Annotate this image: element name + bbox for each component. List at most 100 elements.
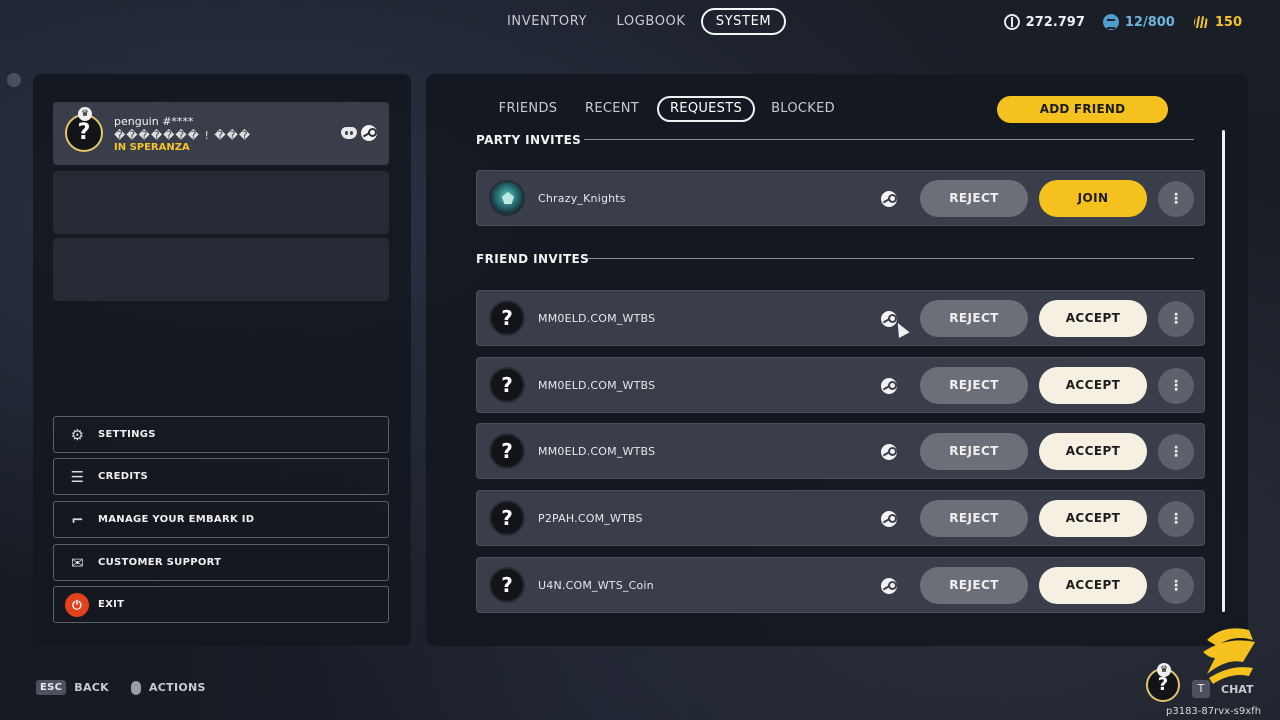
mouse-icon xyxy=(130,680,141,695)
add-friend-button[interactable]: ADD FRIEND xyxy=(997,96,1168,123)
customer-support-button[interactable]: ✉ CUSTOMER SUPPORT xyxy=(53,544,389,581)
steam-icon xyxy=(881,511,897,531)
steam-icon xyxy=(361,125,377,141)
tab-system[interactable]: SYSTEM xyxy=(701,8,786,35)
accept-button[interactable]: ACCEPT xyxy=(1039,367,1147,404)
section-divider xyxy=(584,139,1194,140)
reject-button[interactable]: REJECT xyxy=(920,433,1028,470)
profile-subtitle: ������� ! ��� xyxy=(114,129,252,142)
credits-label: CREDITS xyxy=(98,471,149,482)
back-label[interactable]: BACK xyxy=(74,681,109,694)
credits-button[interactable]: ☰ CREDITS xyxy=(53,458,389,495)
avatar: ? xyxy=(489,367,525,403)
invite-name: U4N.COM_WTS_Coin xyxy=(538,579,654,592)
accept-button[interactable]: ACCEPT xyxy=(1039,433,1147,470)
crown-icon: ♛ xyxy=(78,107,92,121)
party-invites-title: PARTY INVITES xyxy=(476,133,582,147)
avatar: ? xyxy=(489,500,525,536)
crown-icon: ♛ xyxy=(1157,663,1171,677)
customer-support-label: CUSTOMER SUPPORT xyxy=(98,557,222,568)
reject-button[interactable]: REJECT xyxy=(920,300,1028,337)
invite-name: MM0ELD.COM_WTBS xyxy=(538,445,656,458)
invite-name: P2PAH.COM_WTBS xyxy=(538,512,643,525)
credits-icon xyxy=(1193,14,1209,30)
scrollbar[interactable] xyxy=(1222,130,1225,612)
invite-name: MM0ELD.COM_WTBS xyxy=(538,312,656,325)
currency-coins: 272.797 xyxy=(1003,14,1085,30)
esc-key[interactable]: ESC xyxy=(36,680,67,695)
chat-key[interactable]: T xyxy=(1192,680,1210,698)
reject-button[interactable]: REJECT xyxy=(920,567,1028,604)
tickets-value: 12/800 xyxy=(1124,14,1175,30)
accept-button[interactable]: ACCEPT xyxy=(1039,300,1147,337)
steam-icon xyxy=(881,444,897,464)
settings-label: SETTINGS xyxy=(98,429,156,440)
coins-value: 272.797 xyxy=(1025,14,1085,30)
tab-friends[interactable]: FRIENDS xyxy=(492,96,564,122)
join-button[interactable]: JOIN xyxy=(1039,180,1147,217)
party-invite-row: Chrazy_Knights REJECT JOIN ⋮ xyxy=(476,170,1205,226)
ticket-icon xyxy=(1102,14,1119,30)
profile-name: penguin #**** xyxy=(114,115,194,128)
accept-button[interactable]: ACCEPT xyxy=(1039,500,1147,537)
steam-icon xyxy=(881,191,897,211)
accept-button[interactable]: ACCEPT xyxy=(1039,567,1147,604)
manage-embark-id-button[interactable]: ⌐ MANAGE YOUR EMBARK ID xyxy=(53,501,389,538)
more-options-button[interactable]: ⋮ xyxy=(1158,301,1194,337)
tab-blocked[interactable]: BLOCKED xyxy=(766,96,840,122)
reject-button[interactable]: REJECT xyxy=(920,367,1028,404)
tab-recent[interactable]: RECENT xyxy=(578,96,646,122)
gear-icon: ⚙ xyxy=(70,426,85,444)
boot-icon: ⌐ xyxy=(71,511,84,529)
avatar: ? xyxy=(489,433,525,469)
version-string: p3183-87rvx-s9xfh xyxy=(1166,706,1262,717)
friend-invite-row: ? P2PAH.COM_WTBS REJECT ACCEPT ⋮ xyxy=(476,490,1205,546)
section-divider xyxy=(587,258,1194,259)
credits-value: 150 xyxy=(1214,14,1242,30)
settings-button[interactable]: ⚙ SETTINGS xyxy=(53,416,389,453)
user-dot-icon xyxy=(7,73,21,87)
friend-invite-row: ? MM0ELD.COM_WTBS REJECT ACCEPT ⋮ xyxy=(476,423,1205,479)
friend-invite-row: ? U4N.COM_WTS_Coin REJECT ACCEPT ⋮ xyxy=(476,557,1205,613)
more-options-button[interactable]: ⋮ xyxy=(1158,568,1194,604)
more-options-button[interactable]: ⋮ xyxy=(1158,181,1194,217)
reject-button[interactable]: REJECT xyxy=(920,500,1028,537)
avatar: ? xyxy=(489,300,525,336)
friend-invite-row: ? MM0ELD.COM_WTBS REJECT ACCEPT ⋮ xyxy=(476,357,1205,413)
list-icon: ☰ xyxy=(70,468,85,486)
chat-label[interactable]: CHAT xyxy=(1221,683,1253,696)
friend-invite-row: ? MM0ELD.COM_WTBS REJECT ACCEPT ⋮ xyxy=(476,290,1205,346)
actions-label: ACTIONS xyxy=(148,681,206,694)
footer-hints: ESC BACK ACTIONS xyxy=(36,680,206,695)
currency-tickets: 12/800 xyxy=(1102,14,1175,30)
user-tag xyxy=(7,73,21,87)
platform-icons xyxy=(341,125,377,141)
coin-icon xyxy=(1003,14,1020,30)
avatar: ? xyxy=(489,567,525,603)
right-panel: FRIENDS RECENT REQUESTS BLOCKED ADD FRIE… xyxy=(426,74,1248,646)
more-options-button[interactable]: ⋮ xyxy=(1158,501,1194,537)
tab-inventory[interactable]: INVENTORY xyxy=(497,8,597,35)
tab-logbook[interactable]: LOGBOOK xyxy=(606,8,696,35)
manage-embark-id-label: MANAGE YOUR EMBARK ID xyxy=(98,514,255,525)
more-options-button[interactable]: ⋮ xyxy=(1158,368,1194,404)
steam-icon xyxy=(881,378,897,398)
party-avatar xyxy=(489,180,525,216)
more-options-button[interactable]: ⋮ xyxy=(1158,434,1194,470)
discord-icon xyxy=(341,127,357,139)
exit-label: EXIT xyxy=(98,599,125,610)
tab-requests[interactable]: REQUESTS xyxy=(657,96,755,122)
friend-invites-title: FRIEND INVITES xyxy=(476,252,590,266)
chat-bubbles-icon: ✉ xyxy=(71,554,84,572)
currency-bar: 272.797 12/800 150 xyxy=(1003,12,1242,32)
invite-name: Chrazy_Knights xyxy=(538,192,626,205)
empty-party-slot xyxy=(53,238,389,301)
reject-button[interactable]: REJECT xyxy=(920,180,1028,217)
profile-status: IN SPERANZA xyxy=(114,142,190,153)
empty-party-slot xyxy=(53,171,389,234)
power-icon: ⏻ xyxy=(65,593,89,617)
exit-button[interactable]: ⏻ EXIT xyxy=(53,586,389,623)
steam-icon xyxy=(881,578,897,598)
profile-card[interactable]: ? ♛ penguin #**** ������� ! ��� IN SPERA… xyxy=(53,102,389,165)
currency-credits: 150 xyxy=(1193,14,1242,30)
